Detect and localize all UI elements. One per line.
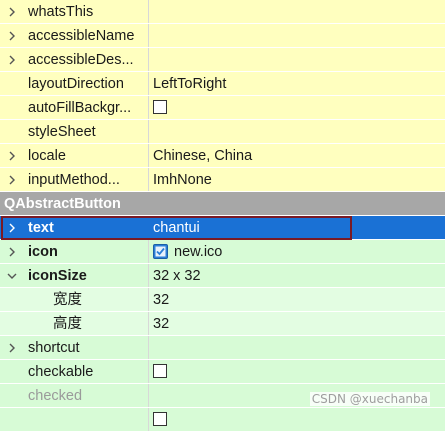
watermark: CSDN @xuechanba bbox=[309, 392, 430, 406]
property-name: inputMethod... bbox=[28, 172, 120, 188]
property-value: chantui bbox=[153, 220, 200, 236]
property-row-locale[interactable]: locale Chinese, China bbox=[0, 144, 445, 168]
property-name: whatsThis bbox=[28, 4, 94, 20]
property-value-cell[interactable] bbox=[150, 48, 445, 71]
property-row-accessiblename[interactable]: accessibleName bbox=[0, 24, 445, 48]
property-name: styleSheet bbox=[28, 124, 96, 140]
property-name-cell: text bbox=[0, 216, 149, 239]
autofill-checkbox[interactable] bbox=[153, 100, 167, 114]
property-name: icon bbox=[28, 244, 58, 260]
property-value: LeftToRight bbox=[153, 76, 227, 92]
property-value: new.ico bbox=[174, 244, 223, 260]
property-name-cell: autoFillBackgr... bbox=[0, 96, 149, 119]
expand-arrow-icon[interactable] bbox=[6, 342, 18, 354]
property-value-cell[interactable]: LeftToRight bbox=[150, 72, 445, 95]
property-value-cell bbox=[150, 408, 445, 431]
property-row-checkable[interactable]: checkable bbox=[0, 360, 445, 384]
property-name: text bbox=[28, 220, 54, 236]
property-value-cell[interactable] bbox=[150, 24, 445, 47]
property-row-icon[interactable]: icon new.ico bbox=[0, 240, 445, 264]
expand-arrow-icon[interactable] bbox=[6, 222, 18, 234]
property-value: 32 bbox=[153, 292, 170, 308]
property-name-cell: 宽度 bbox=[0, 288, 149, 311]
property-name: shortcut bbox=[28, 340, 80, 356]
property-value: ImhNone bbox=[153, 172, 212, 188]
property-name: 高度 bbox=[53, 316, 82, 332]
property-value: Chinese, China bbox=[153, 148, 253, 164]
property-value-cell[interactable]: ImhNone bbox=[150, 168, 445, 191]
property-value-cell[interactable]: Chinese, China bbox=[150, 144, 445, 167]
property-value-cell[interactable] bbox=[150, 336, 445, 359]
property-value: 32 bbox=[153, 316, 170, 332]
property-name-cell: checkable bbox=[0, 360, 149, 383]
expand-arrow-icon[interactable] bbox=[6, 30, 18, 42]
expand-arrow-icon[interactable] bbox=[6, 174, 18, 186]
property-name-cell bbox=[0, 408, 149, 431]
property-row-whatsthis[interactable]: whatsThis bbox=[0, 0, 445, 24]
property-name: checkable bbox=[28, 364, 94, 380]
property-value: 32 x 32 bbox=[153, 268, 201, 284]
property-value-cell[interactable]: 32 x 32 bbox=[150, 264, 445, 287]
property-row-partial bbox=[0, 408, 445, 432]
check-image-icon bbox=[153, 244, 168, 259]
expand-arrow-icon[interactable] bbox=[6, 54, 18, 66]
property-row-height[interactable]: 高度 32 bbox=[0, 312, 445, 336]
property-name-cell: styleSheet bbox=[0, 120, 149, 143]
property-name-cell: layoutDirection bbox=[0, 72, 149, 95]
property-row-accessibledescription[interactable]: accessibleDes... bbox=[0, 48, 445, 72]
property-name: locale bbox=[28, 148, 66, 164]
property-name-cell: 高度 bbox=[0, 312, 149, 335]
property-row-layoutdirection[interactable]: layoutDirection LeftToRight bbox=[0, 72, 445, 96]
property-name-cell: checked bbox=[0, 384, 149, 407]
property-name: layoutDirection bbox=[28, 76, 124, 92]
property-name: 宽度 bbox=[53, 292, 82, 308]
partial-checkbox[interactable] bbox=[153, 412, 167, 426]
checkable-checkbox[interactable] bbox=[153, 364, 167, 378]
property-name-cell: iconSize bbox=[0, 264, 149, 287]
property-row-width[interactable]: 宽度 32 bbox=[0, 288, 445, 312]
property-row-inputmethodhints[interactable]: inputMethod... ImhNone bbox=[0, 168, 445, 192]
property-value-cell[interactable] bbox=[150, 120, 445, 143]
property-name-cell: accessibleDes... bbox=[0, 48, 149, 71]
property-name: autoFillBackgr... bbox=[28, 100, 132, 116]
property-value-cell[interactable] bbox=[150, 96, 445, 119]
property-value-cell[interactable]: 32 bbox=[150, 312, 445, 335]
property-value-cell[interactable] bbox=[150, 0, 445, 23]
property-value-cell[interactable]: chantui bbox=[150, 216, 445, 239]
collapse-arrow-icon[interactable] bbox=[6, 270, 18, 282]
property-row-autofillbackground[interactable]: autoFillBackgr... bbox=[0, 96, 445, 120]
property-name-cell: accessibleName bbox=[0, 24, 149, 47]
expand-arrow-icon[interactable] bbox=[6, 6, 18, 18]
property-name: iconSize bbox=[28, 268, 87, 284]
property-name: accessibleName bbox=[28, 28, 135, 44]
property-editor-grid: whatsThis accessibleName accessibleDes..… bbox=[0, 0, 445, 432]
property-row-text[interactable]: text chantui bbox=[0, 216, 445, 240]
property-name-cell: shortcut bbox=[0, 336, 149, 359]
expand-arrow-icon[interactable] bbox=[6, 150, 18, 162]
property-row-shortcut[interactable]: shortcut bbox=[0, 336, 445, 360]
property-name-cell: inputMethod... bbox=[0, 168, 149, 191]
property-name-cell: icon bbox=[0, 240, 149, 263]
property-value-cell[interactable]: 32 bbox=[150, 288, 445, 311]
property-row-stylesheet[interactable]: styleSheet bbox=[0, 120, 445, 144]
section-title: QAbstractButton bbox=[4, 196, 121, 212]
property-value-cell[interactable] bbox=[150, 360, 445, 383]
property-name-cell: whatsThis bbox=[0, 0, 149, 23]
property-value-cell[interactable]: new.ico bbox=[150, 240, 445, 263]
property-name: accessibleDes... bbox=[28, 52, 134, 68]
property-row-iconsize[interactable]: iconSize 32 x 32 bbox=[0, 264, 445, 288]
property-name: checked bbox=[28, 388, 83, 404]
section-header-qabstractbutton[interactable]: QAbstractButton bbox=[0, 192, 445, 216]
expand-arrow-icon[interactable] bbox=[6, 246, 18, 258]
property-name-cell: locale bbox=[0, 144, 149, 167]
